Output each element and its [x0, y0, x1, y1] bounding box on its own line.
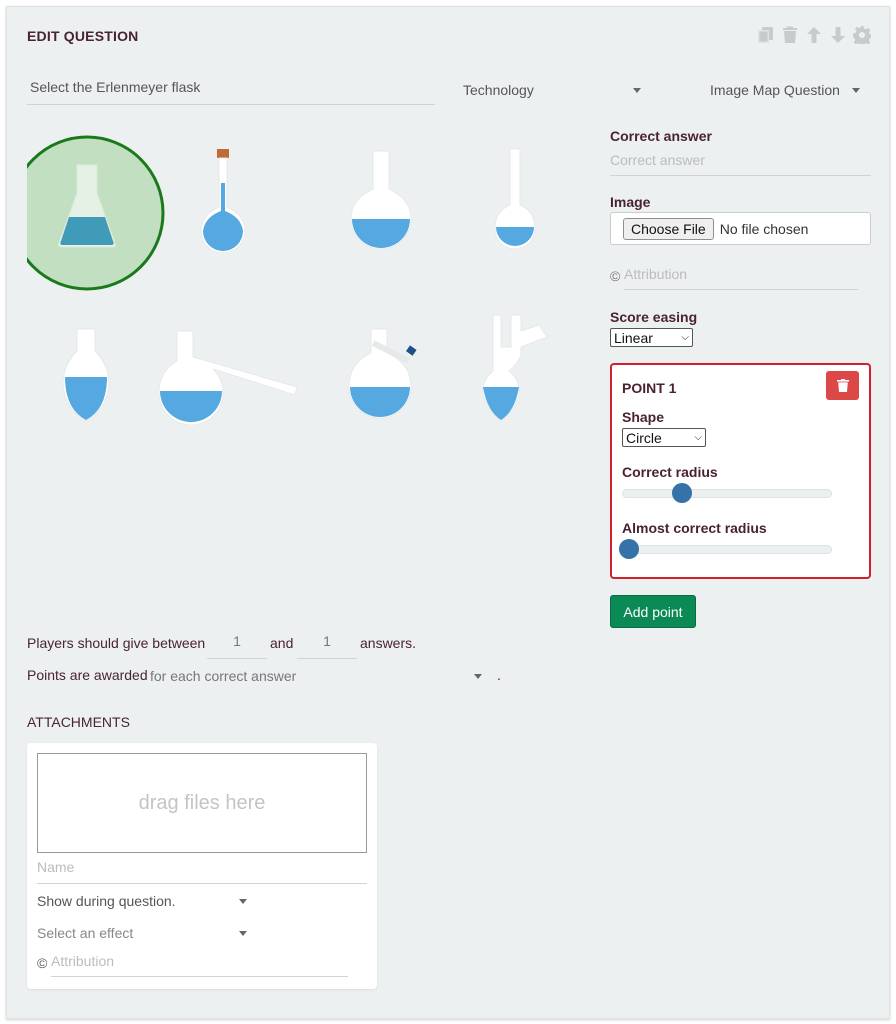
image-file-input[interactable]: Choose File No file chosen	[610, 212, 871, 245]
max-answers-field[interactable]: 1	[297, 633, 357, 659]
category-value: Technology	[463, 82, 534, 98]
shape-select[interactable]: Circle ⌵	[622, 428, 706, 447]
image-attribution-input[interactable]	[624, 266, 858, 282]
shape-label: Shape	[622, 409, 665, 425]
min-answers-field[interactable]: 1	[207, 633, 267, 659]
point-card: POINT 1 Shape Circle ⌵ Correct radius Al…	[610, 363, 871, 579]
attachment-card: drag files here Show during question. Se…	[27, 743, 377, 989]
category-select[interactable]: Technology	[463, 80, 641, 100]
copyright-symbol: ©	[610, 268, 621, 284]
score-easing-value: Linear	[614, 329, 653, 346]
attachment-name-field[interactable]	[37, 859, 367, 884]
delete-point-button[interactable]	[826, 371, 859, 400]
score-easing-label: Score easing	[610, 309, 698, 325]
image-attribution-field[interactable]	[624, 266, 858, 290]
trash-icon	[836, 379, 849, 392]
arrow-up-icon[interactable]	[805, 26, 823, 44]
correct-answer-label: Correct answer	[610, 128, 712, 144]
file-drop-zone[interactable]: drag files here	[37, 753, 367, 853]
points-awarded-suffix: .	[497, 667, 501, 683]
question-type-select[interactable]: Image Map Question	[710, 80, 860, 100]
chevron-down-icon	[239, 930, 247, 936]
gear-icon[interactable]	[853, 26, 871, 44]
trash-icon[interactable]	[781, 26, 799, 44]
correct-answer-field[interactable]	[610, 152, 871, 176]
attachment-attribution-input[interactable]	[51, 953, 348, 969]
points-awarded-prefix: Points are awarded	[27, 667, 148, 683]
max-answers-value: 1	[323, 633, 331, 649]
attachment-name-input[interactable]	[37, 859, 367, 875]
attachment-copyright-symbol: ©	[37, 955, 48, 971]
attachments-title: ATTACHMENTS	[27, 714, 130, 730]
almost-correct-radius-handle[interactable]	[619, 539, 639, 559]
add-point-button[interactable]: Add point	[610, 595, 696, 628]
image-map[interactable]	[27, 125, 577, 425]
question-text-field[interactable]: Select the Erlenmeyer flask	[27, 79, 435, 105]
almost-correct-radius-label: Almost correct radius	[622, 520, 767, 536]
answers-and: and	[270, 635, 294, 651]
choose-file-button[interactable]: Choose File	[623, 217, 714, 240]
attachment-show-select[interactable]: Show during question.	[37, 892, 247, 910]
chevron-down-icon	[239, 898, 247, 904]
chevron-down-icon	[474, 673, 482, 679]
question-toolbar	[757, 26, 871, 44]
image-label: Image	[610, 194, 651, 210]
edit-question-panel: EDIT QUESTION Select the Erlenmeyer flas…	[6, 6, 890, 1019]
points-awarded-value: for each correct answer	[150, 668, 297, 684]
almost-correct-radius-slider[interactable]	[619, 539, 832, 559]
shape-value: Circle	[626, 429, 662, 446]
score-easing-select[interactable]: Linear ⌵	[610, 328, 693, 347]
chevron-down-icon	[633, 87, 641, 93]
attachment-attribution-field[interactable]	[51, 953, 348, 977]
point-title: POINT 1	[622, 380, 677, 396]
chevron-down-icon: ⌵	[694, 432, 702, 443]
copy-icon[interactable]	[757, 26, 775, 44]
correct-radius-slider[interactable]	[622, 483, 832, 503]
question-type-value: Image Map Question	[710, 82, 840, 98]
min-answers-value: 1	[233, 633, 241, 649]
correct-radius-handle[interactable]	[672, 483, 692, 503]
chevron-down-icon	[852, 87, 860, 93]
answers-suffix: answers.	[360, 635, 417, 651]
arrow-down-icon[interactable]	[829, 26, 847, 44]
correct-radius-label: Correct radius	[622, 464, 718, 480]
question-text: Select the Erlenmeyer flask	[30, 79, 201, 95]
no-file-text: No file chosen	[719, 220, 809, 237]
correct-answer-input[interactable]	[610, 152, 871, 168]
attachment-effect-select[interactable]: Select an effect	[37, 924, 247, 942]
attachment-show-value: Show during question.	[37, 893, 176, 909]
page-title: EDIT QUESTION	[27, 28, 139, 44]
attachment-effect-value: Select an effect	[37, 925, 134, 941]
points-awarded-select[interactable]: for each correct answer	[150, 667, 482, 685]
answers-prefix: Players should give between	[27, 635, 206, 651]
chevron-down-icon: ⌵	[681, 332, 689, 343]
